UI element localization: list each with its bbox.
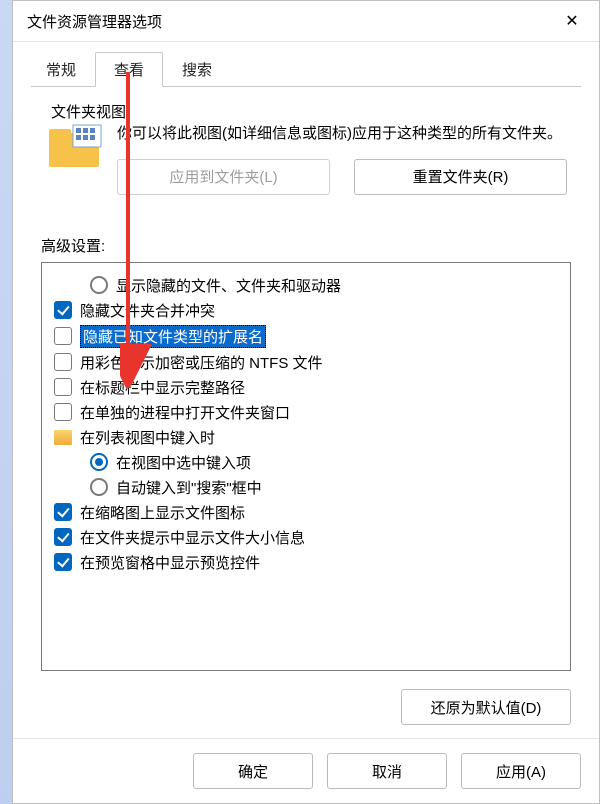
folder-view-label: 文件夹视图 (47, 101, 130, 122)
restore-defaults-button[interactable]: 还原为默认值(D) (401, 689, 571, 725)
setting-label: 在缩略图上显示文件图标 (80, 502, 245, 523)
setting-label: 在列表视图中键入时 (80, 427, 215, 448)
setting-item[interactable]: 在标题栏中显示完整路径 (50, 375, 562, 400)
setting-label: 自动键入到"搜索"框中 (116, 477, 262, 498)
tab-view[interactable]: 查看 (95, 52, 163, 87)
tab-general[interactable]: 常规 (27, 52, 95, 87)
checkbox-icon[interactable] (54, 528, 72, 546)
dialog-footer: 确定 取消 应用(A) (13, 738, 599, 803)
tab-body-view: 文件夹视图 你可以将此视图(如详细信息或图标)应用于这种类型的所有文件夹。 应用… (31, 86, 581, 725)
setting-label: 在文件夹提示中显示文件大小信息 (80, 527, 305, 548)
setting-item[interactable]: 隐藏文件夹合并冲突 (50, 298, 562, 323)
apply-button[interactable]: 应用(A) (461, 753, 581, 789)
checkbox-icon[interactable] (54, 503, 72, 521)
reset-folders-button[interactable]: 重置文件夹(R) (354, 159, 567, 195)
setting-item[interactable]: 在列表视图中键入时 (50, 425, 562, 450)
folder-view-icon (45, 123, 105, 171)
setting-label: 在预览窗格中显示预览控件 (80, 552, 260, 573)
setting-item[interactable]: 在视图中选中键入项 (86, 450, 562, 475)
cancel-button[interactable]: 取消 (327, 753, 447, 789)
setting-label: 隐藏文件夹合并冲突 (80, 300, 215, 321)
apply-to-folders-button: 应用到文件夹(L) (117, 159, 330, 195)
radio-icon[interactable] (90, 453, 108, 471)
radio-icon[interactable] (90, 478, 108, 496)
ok-button[interactable]: 确定 (193, 753, 313, 789)
setting-item[interactable]: 用彩色显示加密或压缩的 NTFS 文件 (50, 350, 562, 375)
checkbox-icon[interactable] (54, 353, 72, 371)
setting-label: 隐藏已知文件类型的扩展名 (80, 325, 266, 348)
folder-view-group: 文件夹视图 你可以将此视图(如详细信息或图标)应用于这种类型的所有文件夹。 应用… (41, 111, 571, 199)
advanced-settings-list[interactable]: 显示隐藏的文件、文件夹和驱动器隐藏文件夹合并冲突隐藏已知文件类型的扩展名用彩色显… (41, 262, 571, 671)
tab-strip: 常规 查看 搜索 (13, 52, 599, 87)
setting-item[interactable]: 在单独的进程中打开文件夹窗口 (50, 400, 562, 425)
folder-view-desc: 你可以将此视图(如详细信息或图标)应用于这种类型的所有文件夹。 (117, 123, 567, 145)
setting-item[interactable]: 在预览窗格中显示预览控件 (50, 550, 562, 575)
setting-label: 用彩色显示加密或压缩的 NTFS 文件 (80, 352, 323, 373)
setting-item[interactable]: 自动键入到"搜索"框中 (86, 475, 562, 500)
checkbox-icon[interactable] (54, 378, 72, 396)
setting-label: 在视图中选中键入项 (116, 452, 251, 473)
setting-item[interactable]: 在缩略图上显示文件图标 (50, 500, 562, 525)
setting-item[interactable]: 在文件夹提示中显示文件大小信息 (50, 525, 562, 550)
folder-icon (54, 430, 72, 445)
close-icon[interactable]: ✕ (557, 9, 587, 33)
radio-icon[interactable] (90, 276, 108, 294)
dialog-title: 文件资源管理器选项 (27, 11, 162, 32)
checkbox-icon[interactable] (54, 553, 72, 571)
setting-label: 在标题栏中显示完整路径 (80, 377, 245, 398)
options-dialog: 文件资源管理器选项 ✕ 常规 查看 搜索 文件夹视图 你可以将此视图(如详细信息… (12, 0, 600, 804)
checkbox-icon[interactable] (54, 327, 72, 345)
setting-label: 在单独的进程中打开文件夹窗口 (80, 402, 290, 423)
setting-item[interactable]: 隐藏已知文件类型的扩展名 (50, 323, 562, 350)
tab-search[interactable]: 搜索 (163, 52, 231, 87)
titlebar: 文件资源管理器选项 ✕ (13, 1, 599, 42)
checkbox-icon[interactable] (54, 301, 72, 319)
setting-item[interactable]: 显示隐藏的文件、文件夹和驱动器 (86, 273, 562, 298)
checkbox-icon[interactable] (54, 403, 72, 421)
advanced-settings-label: 高级设置: (41, 235, 571, 256)
setting-label: 显示隐藏的文件、文件夹和驱动器 (116, 275, 341, 296)
